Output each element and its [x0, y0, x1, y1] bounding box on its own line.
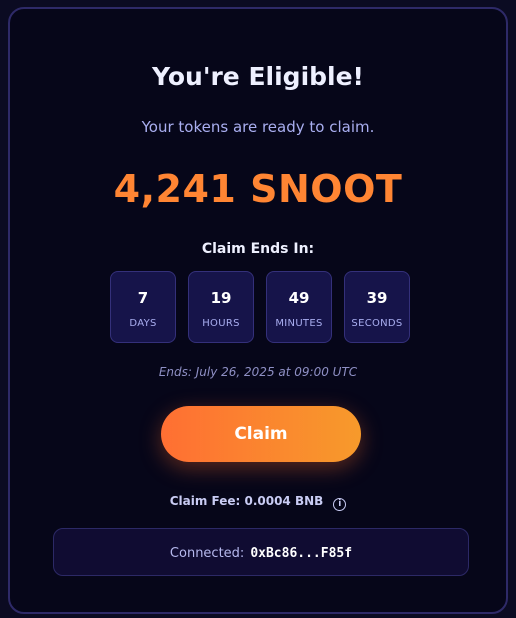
countdown-days-value: 7	[137, 289, 149, 307]
countdown-hours-unit: HOURS	[202, 318, 240, 329]
countdown-timer: 7 DAYS 19 HOURS 49 MINUTES 39 SECONDS	[110, 271, 410, 343]
countdown-seconds-value: 39	[366, 289, 388, 307]
countdown-label: Claim Ends In:	[201, 241, 315, 257]
wallet-address: 0xBc86...F85f	[250, 546, 353, 561]
countdown-days: 7 DAYS	[110, 271, 176, 343]
countdown-hours-value: 19	[210, 289, 232, 307]
claim-button[interactable]: Claim	[161, 406, 361, 462]
countdown-days-unit: DAYS	[129, 318, 157, 329]
claim-amount: 4,241 SNOOT	[113, 167, 403, 211]
claim-fee-text: Claim Fee: 0.0004 BNB	[169, 494, 324, 508]
countdown-seconds-unit: SECONDS	[351, 318, 403, 329]
connected-label: Connected:	[169, 546, 245, 561]
page-subtitle: Your tokens are ready to claim.	[141, 118, 375, 136]
page-title: You're Eligible!	[152, 62, 364, 91]
info-icon[interactable]: i	[333, 498, 347, 511]
end-date-text: Ends: July 26, 2025 at 09:00 UTC	[158, 365, 358, 379]
countdown-minutes-value: 49	[288, 289, 310, 307]
countdown-seconds: 39 SECONDS	[344, 271, 410, 343]
wallet-connection: Connected: 0xBc86...F85f	[53, 528, 469, 576]
countdown-hours: 19 HOURS	[188, 271, 254, 343]
eligibility-card: You're Eligible! Your tokens are ready t…	[8, 7, 508, 614]
claim-fee: Claim Fee: 0.0004 BNB i	[10, 494, 506, 511]
countdown-minutes: 49 MINUTES	[266, 271, 332, 343]
countdown-minutes-unit: MINUTES	[275, 318, 323, 329]
